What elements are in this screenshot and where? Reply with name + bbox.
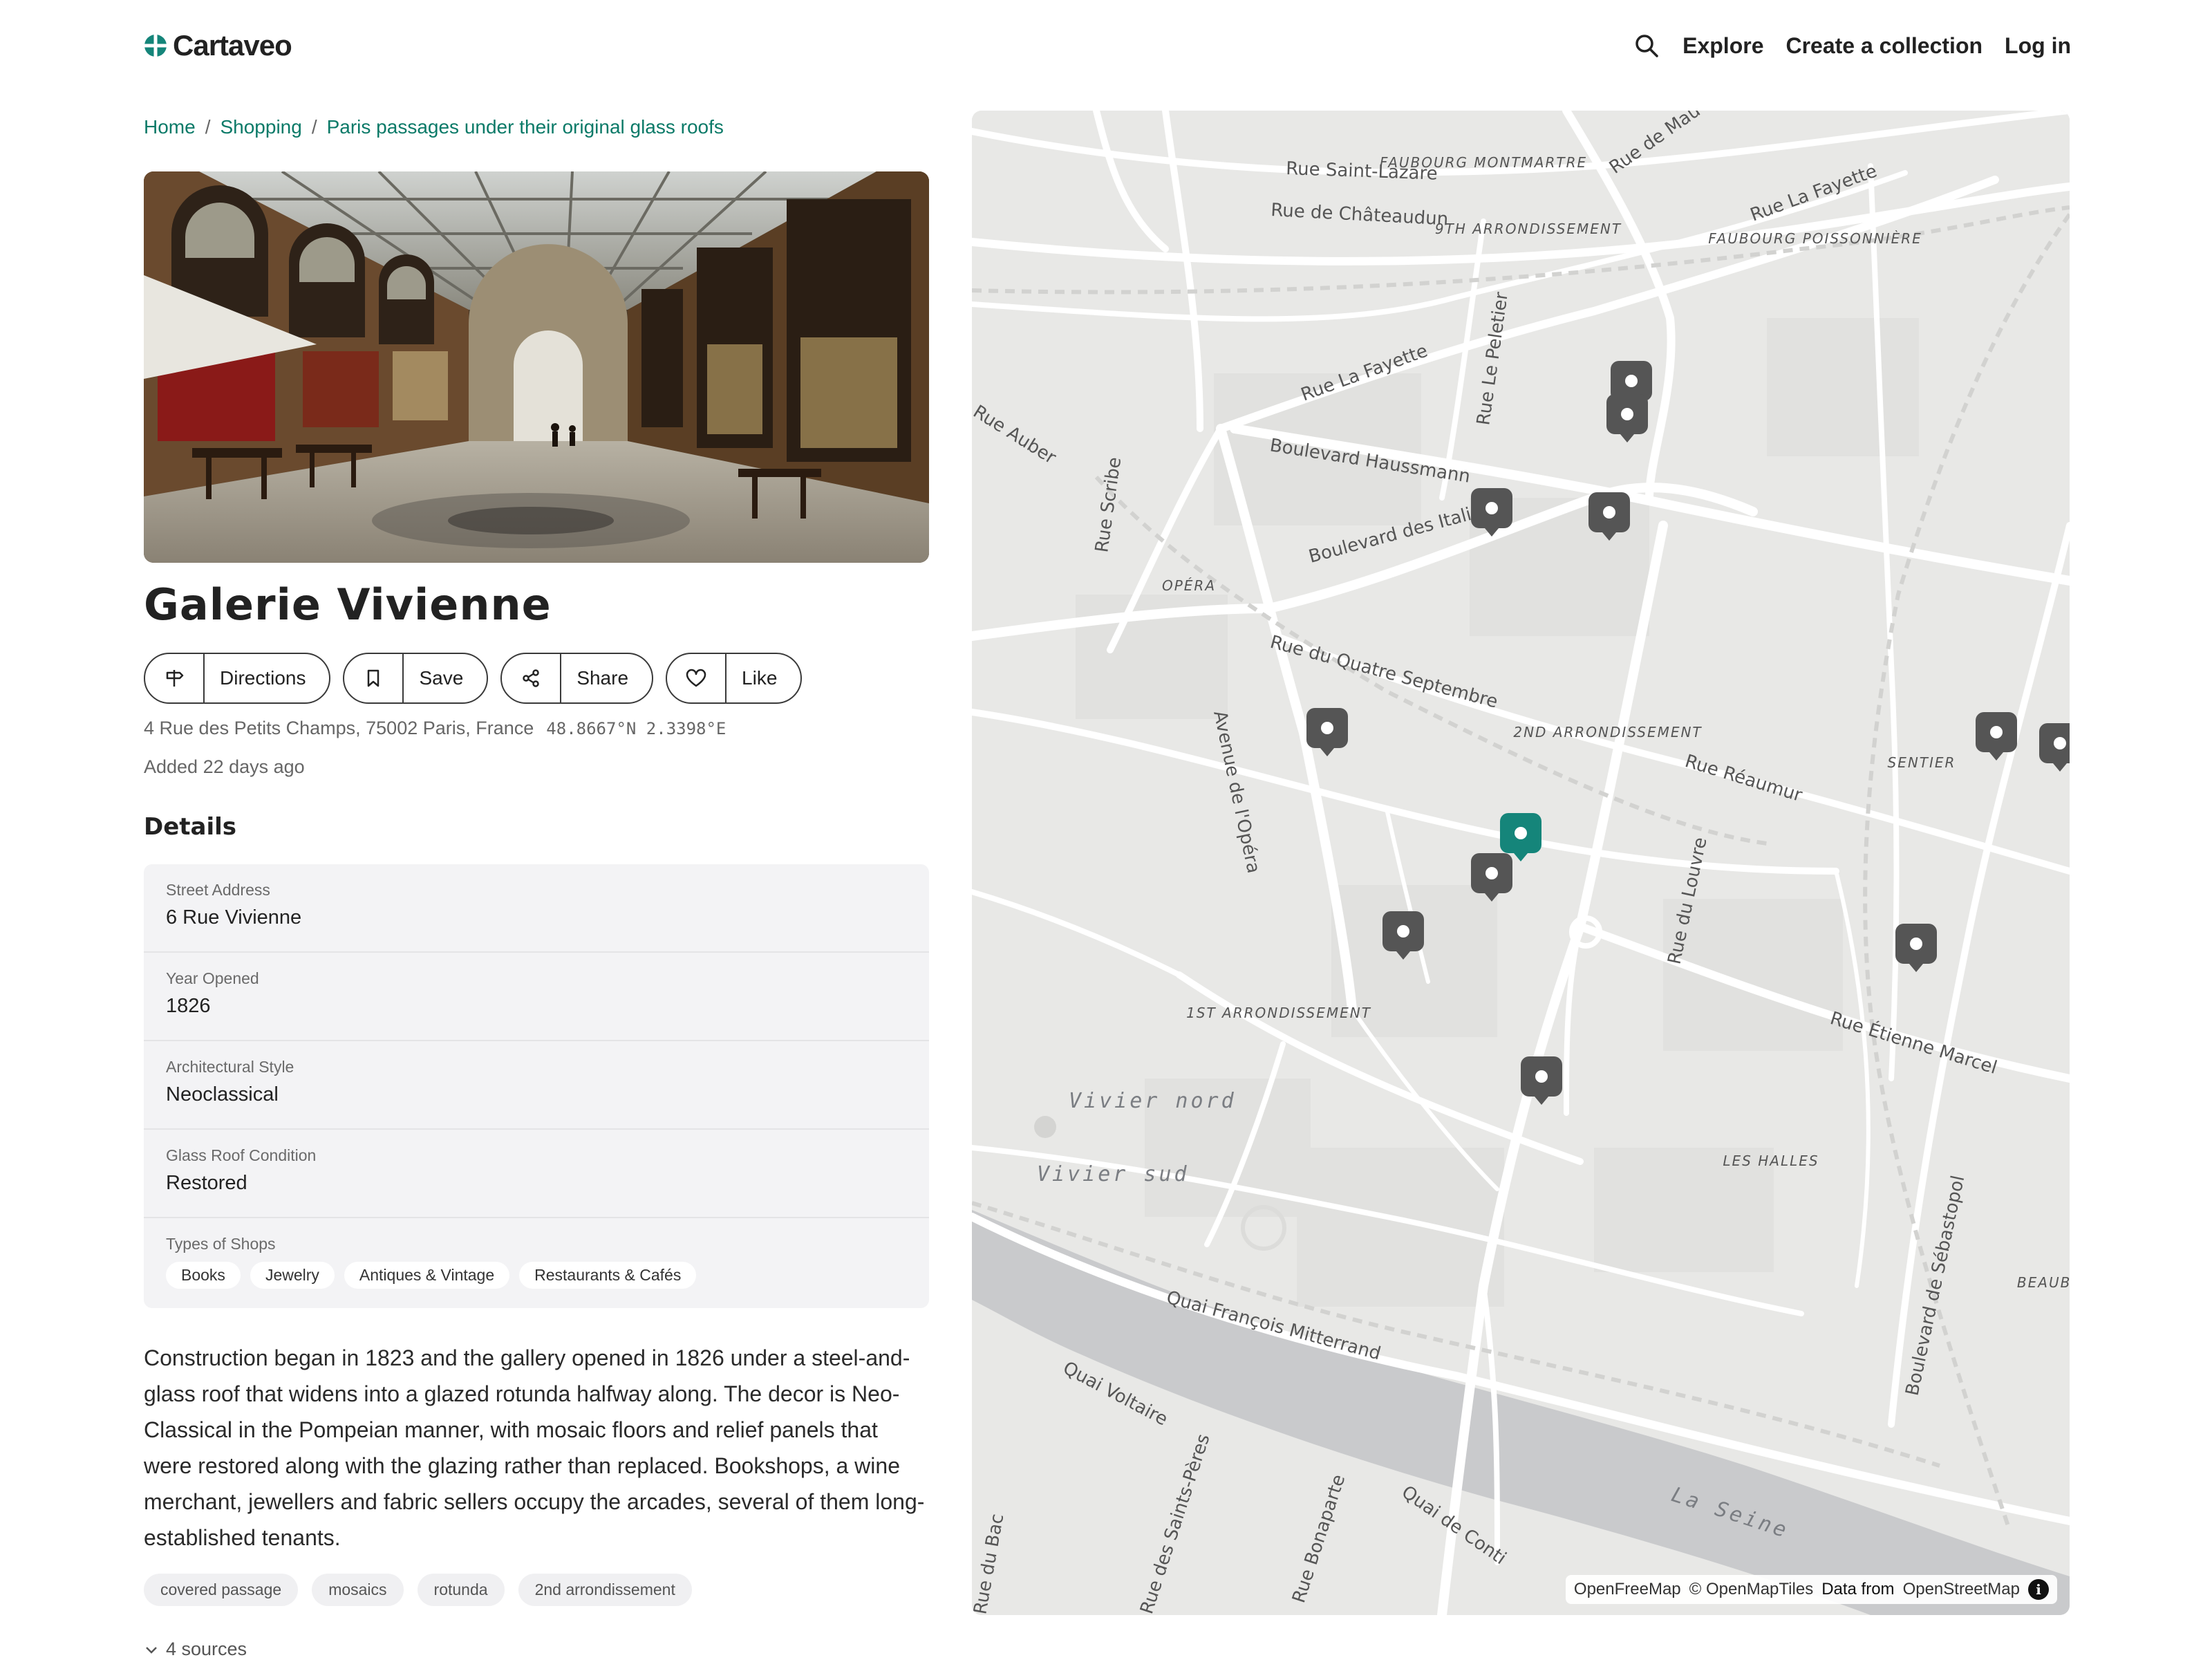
- coordinates: 48.8667°N 2.3398°E: [546, 719, 727, 738]
- attribution-openfreemap[interactable]: OpenFreeMap: [1574, 1580, 1681, 1599]
- bookmark-icon: [344, 654, 404, 702]
- detail-label: Types of Shops: [166, 1235, 276, 1253]
- detail-value: Restored: [166, 1172, 247, 1194]
- detail-label: Glass Roof Condition: [166, 1146, 317, 1164]
- tag-chip[interactable]: 2nd arrondissement: [518, 1574, 692, 1606]
- details-panel: Street Address 6 Rue Vivienne Year Opene…: [144, 864, 929, 1308]
- detail-row-shops: Types of Shops Books Jewelry Antiques & …: [144, 1218, 929, 1308]
- tag-list: covered passage mosaics rotunda 2nd arro…: [144, 1574, 692, 1606]
- logo[interactable]: Cartaveo: [144, 28, 292, 64]
- detail-value: Neoclassical: [166, 1083, 279, 1106]
- top-header: Cartaveo Explore Create a collection Log…: [0, 0, 2212, 87]
- map-area-label: FAUBOURG POISSONNIÈRE: [1708, 230, 1922, 247]
- tag-chip[interactable]: mosaics: [312, 1574, 404, 1606]
- detail-row: Year Opened 1826: [144, 953, 929, 1041]
- nav-log-in[interactable]: Log in: [2005, 33, 2071, 59]
- shop-type-chip: Restaurants & Cafés: [519, 1262, 697, 1289]
- map-area-label: OPÉRA: [1162, 577, 1216, 594]
- detail-label: Architectural Style: [166, 1058, 294, 1076]
- attribution-data-from: Data from: [1821, 1580, 1895, 1598]
- attribution-openmaptiles[interactable]: © OpenMapTiles: [1689, 1580, 1814, 1599]
- address-text: 4 Rue des Petits Champs, 75002 Paris, Fr…: [144, 718, 534, 738]
- nav-create-collection[interactable]: Create a collection: [1785, 33, 1983, 59]
- breadcrumb-collection[interactable]: Paris passages under their original glas…: [327, 116, 724, 138]
- like-label: Like: [742, 667, 778, 689]
- signpost-icon: [145, 654, 205, 702]
- page-title: Galerie Vivienne: [144, 579, 552, 630]
- breadcrumb: Home / Shopping / Paris passages under t…: [144, 116, 724, 138]
- logo-text: Cartaveo: [173, 29, 292, 62]
- sources-label: 4 sources: [166, 1639, 247, 1659]
- directions-label: Directions: [220, 667, 306, 689]
- tag-chip[interactable]: rotunda: [417, 1574, 505, 1606]
- breadcrumb-home[interactable]: Home: [144, 116, 196, 138]
- chevron-down-icon: [146, 1646, 157, 1654]
- breadcrumb-shopping[interactable]: Shopping: [220, 116, 301, 138]
- map-water-label: Vivier sud: [1037, 1162, 1190, 1186]
- info-icon[interactable]: i: [2028, 1579, 2049, 1600]
- detail-value: 1826: [166, 995, 211, 1017]
- shop-type-chip: Books: [166, 1262, 241, 1289]
- shop-type-chip: Jewelry: [250, 1262, 335, 1289]
- nav-explore[interactable]: Explore: [1683, 33, 1763, 59]
- map-water-label: Vivier nord: [1069, 1089, 1237, 1113]
- detail-row: Architectural Style Neoclassical: [144, 1041, 929, 1130]
- like-button[interactable]: Like: [666, 653, 803, 704]
- detail-value: 6 Rue Vivienne: [166, 906, 302, 929]
- detail-row: Glass Roof Condition Restored: [144, 1130, 929, 1218]
- detail-row: Street Address 6 Rue Vivienne: [144, 864, 929, 953]
- map-area-label: 2ND ARRONDISSEMENT: [1513, 724, 1702, 740]
- details-heading: Details: [144, 813, 237, 841]
- map-attribution: OpenFreeMap © OpenMapTiles Data from Ope…: [1565, 1575, 2057, 1604]
- address-row: 4 Rue des Petits Champs, 75002 Paris, Fr…: [144, 718, 726, 739]
- sources-toggle[interactable]: 4 sources: [144, 1639, 247, 1660]
- place-photo[interactable]: [144, 171, 929, 563]
- map-area-label: BEAUBO: [2017, 1274, 2070, 1291]
- search-icon[interactable]: [1633, 32, 1660, 59]
- action-bar: Directions Save Share Like: [144, 653, 803, 704]
- save-label: Save: [419, 667, 464, 689]
- share-label: Share: [577, 667, 629, 689]
- map[interactable]: Rue Saint-Lazare Rue de Châteaudun Rue L…: [972, 111, 2070, 1615]
- added-date: Added 22 days ago: [144, 756, 305, 777]
- map-area-label: FAUBOURG MONTMARTRE: [1380, 154, 1587, 171]
- attribution-openstreetmap[interactable]: OpenStreetMap: [1903, 1580, 2020, 1599]
- top-nav: Explore Create a collection Log in: [1633, 28, 2071, 64]
- save-button[interactable]: Save: [343, 653, 489, 704]
- directions-button[interactable]: Directions: [144, 653, 331, 704]
- shop-type-chip: Antiques & Vintage: [344, 1262, 510, 1289]
- tag-chip[interactable]: covered passage: [144, 1574, 299, 1606]
- map-area-label: 9TH ARRONDISSEMENT: [1435, 221, 1622, 237]
- map-area-label: 1ST ARRONDISSEMENT: [1186, 1005, 1371, 1021]
- shop-type-list: Books Jewelry Antiques & Vintage Restaur…: [166, 1262, 907, 1289]
- breadcrumb-separator: /: [205, 116, 211, 138]
- logo-icon: [144, 34, 167, 57]
- map-area-label: SENTIER: [1888, 754, 1956, 771]
- detail-label: Street Address: [166, 881, 270, 899]
- share-icon: [502, 654, 562, 702]
- map-area-label: LES HALLES: [1723, 1153, 1819, 1169]
- place-description: Construction began in 1823 and the galle…: [144, 1345, 925, 1550]
- detail-label: Year Opened: [166, 969, 259, 987]
- heart-icon: [667, 654, 727, 702]
- breadcrumb-separator: /: [311, 116, 317, 138]
- share-button[interactable]: Share: [500, 653, 654, 704]
